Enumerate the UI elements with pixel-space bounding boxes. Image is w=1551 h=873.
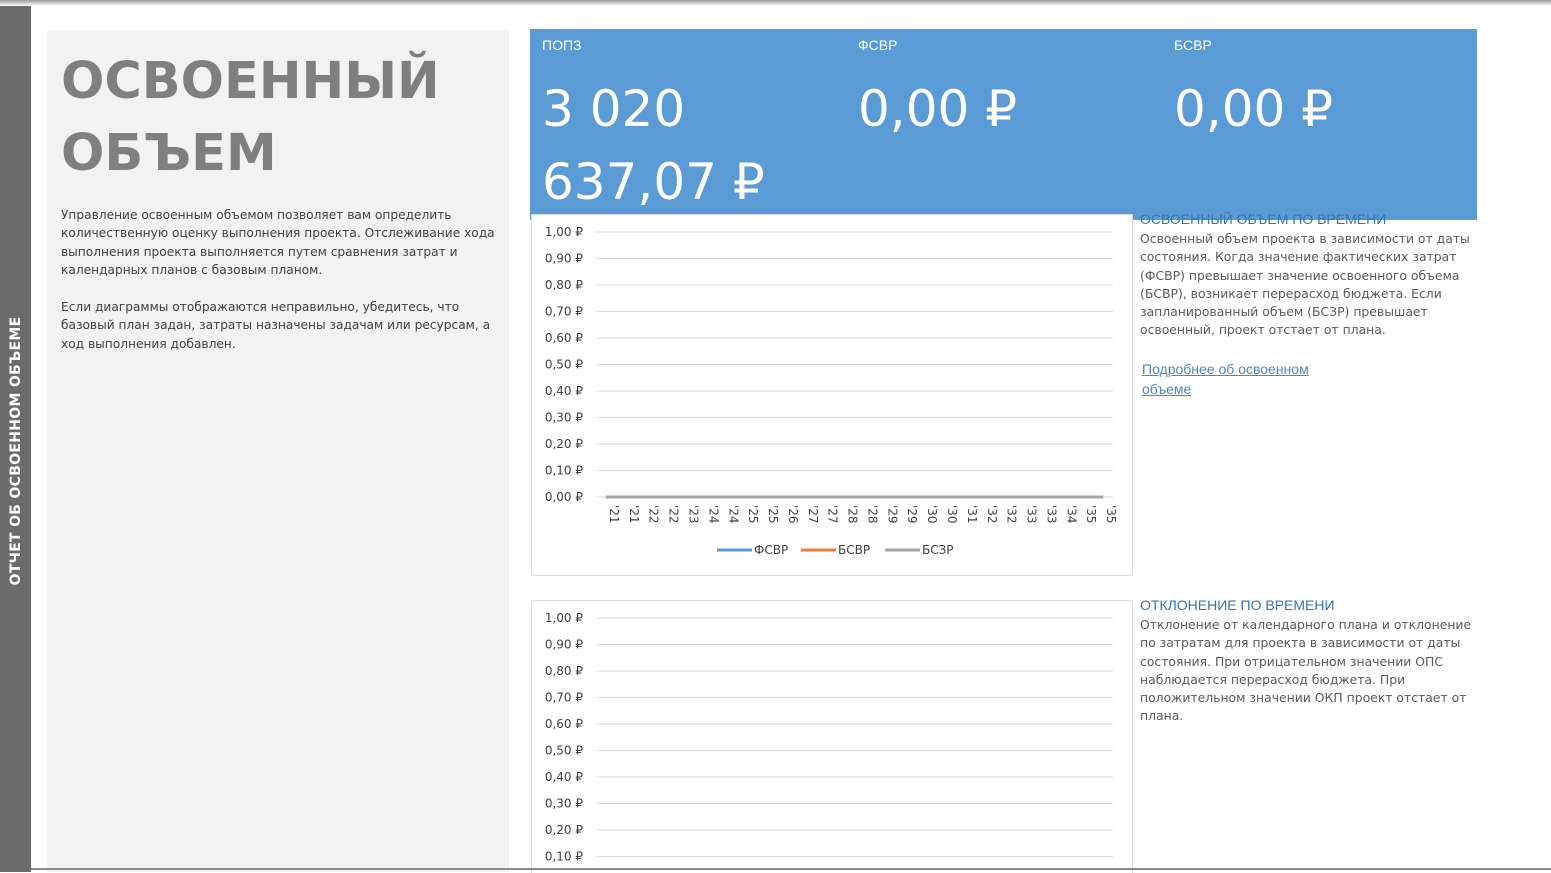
- y-tick-label: 0,50 ₽: [545, 358, 584, 372]
- side-tab-label: ОТЧЕТ ОБ ОСВОЕННОМ ОБЪЕМЕ: [8, 316, 24, 586]
- window-top-border: [0, 0, 1551, 6]
- x-tick-label: '24: [706, 505, 720, 524]
- x-tick-label: '32: [1005, 505, 1019, 524]
- x-tick-label: '30: [925, 505, 939, 524]
- section1-text: ОСВОЕННЫЙ ОБЪЕМ ПО ВРЕМЕНИ Освоенный объ…: [1140, 210, 1490, 339]
- intro-paragraph-2: Если диаграммы отображаются неправильно,…: [61, 300, 491, 351]
- x-tick-label: '27: [826, 505, 840, 524]
- x-tick-label: '35: [1084, 505, 1098, 524]
- section1-heading: ОСВОЕННЫЙ ОБЪЕМ ПО ВРЕМЕНИ: [1140, 211, 1387, 227]
- x-tick-label: '28: [865, 505, 879, 524]
- x-tick-label: '25: [766, 505, 780, 524]
- y-tick-label: 0,40 ₽: [545, 384, 584, 398]
- learn-more-link[interactable]: Подробнее об освоенном объеме: [1142, 359, 1352, 399]
- kpi-label-fsvr: ФСВР: [858, 37, 898, 53]
- x-tick-label: '22: [647, 505, 661, 524]
- x-tick-label: '23: [686, 505, 700, 524]
- y-tick-label: 0,20 ₽: [545, 823, 584, 837]
- x-tick-label: '28: [846, 505, 860, 524]
- kpi-value-popz: 3 020 637,07 ₽: [542, 80, 765, 211]
- x-tick-label: '35: [1104, 505, 1118, 524]
- legend-label: БСЗР: [922, 543, 954, 557]
- y-tick-label: 0,30 ₽: [545, 411, 584, 425]
- x-tick-label: '33: [1025, 505, 1039, 524]
- y-tick-label: 0,80 ₽: [545, 278, 584, 292]
- y-tick-label: 0,70 ₽: [545, 305, 584, 319]
- y-tick-label: 0,60 ₽: [545, 331, 584, 345]
- title-line-1: ОСВОЕННЫЙ: [61, 52, 440, 111]
- y-tick-label: 0,50 ₽: [545, 744, 584, 758]
- x-tick-label: '26: [786, 505, 800, 524]
- legend-label: ФСВР: [754, 543, 788, 557]
- x-tick-label: '30: [945, 505, 959, 524]
- section1-description: Освоенный объем проекта в зависимости от…: [1140, 231, 1470, 338]
- earned-value-chart-svg: 0,00 ₽ 0,10 ₽ 0,20 ₽ 0,30 ₽ 0,40 ₽ 0,50 ₽ 0,60…: [545, 225, 1118, 557]
- y-tick-label: 0,40 ₽: [545, 770, 584, 784]
- section2-heading: ОТКЛОНЕНИЕ ПО ВРЕМЕНИ: [1140, 597, 1335, 613]
- kpi-banner[interactable]: ПОПЗ 3 020 637,07 ₽ ФСВР 0,00 ₽ БСВР 0,0…: [530, 29, 1477, 220]
- x-tick-label: '21: [607, 505, 621, 524]
- kpi-value-bsvr: 0,00 ₽: [1174, 80, 1334, 138]
- report-title: ОСВОЕННЫЙ ОБЪЕМ: [61, 46, 501, 190]
- intro-panel: ОСВОЕННЫЙ ОБЪЕМ Управление освоенным объ…: [47, 30, 509, 872]
- variance-chart-svg: 1,00 ₽ 0,90 ₽ 0,80 ₽ 0,70 ₽ 0,60 ₽ 0,50 ₽ 0,40…: [545, 611, 1113, 864]
- variance-chart[interactable]: 1,00 ₽ 0,90 ₽ 0,80 ₽ 0,70 ₽ 0,60 ₽ 0,50 ₽ 0,40…: [531, 600, 1133, 873]
- x-tick-label: '22: [667, 505, 681, 524]
- y-tick-label: 0,10 ₽: [545, 850, 584, 864]
- x-tick-label: '24: [726, 505, 740, 524]
- y-tick-label: 1,00 ₽: [545, 611, 584, 625]
- y-tick-label: 0,90 ₽: [545, 638, 584, 652]
- y-tick-label: 0,20 ₽: [545, 437, 584, 451]
- kpi-value-fsvr: 0,00 ₽: [858, 80, 1018, 138]
- title-line-2: ОБЪЕМ: [61, 124, 277, 183]
- x-tick-label: '31: [965, 505, 979, 524]
- y-tick-label: 0,70 ₽: [545, 691, 584, 705]
- legend-label: БСВР: [838, 543, 870, 557]
- x-tick-label: '29: [905, 505, 919, 524]
- x-tick-label: '27: [806, 505, 820, 524]
- y-tick-label: 0,00 ₽: [545, 490, 584, 504]
- x-tick-label: '29: [885, 505, 899, 524]
- x-tick-label: '34: [1064, 505, 1078, 524]
- y-tick-label: 0,10 ₽: [545, 464, 584, 478]
- window-bottom-border: [31, 868, 1551, 870]
- section2-description: Отклонение от календарного плана и откло…: [1140, 617, 1472, 724]
- x-tick-label: '33: [1044, 505, 1058, 524]
- x-tick-label: '32: [985, 505, 999, 524]
- y-tick-label: 0,90 ₽: [545, 252, 584, 266]
- x-tick-label: '21: [627, 505, 641, 524]
- earned-value-chart[interactable]: 0,00 ₽ 0,10 ₽ 0,20 ₽ 0,30 ₽ 0,40 ₽ 0,50 ₽ 0,60…: [531, 214, 1133, 576]
- y-tick-label: 0,30 ₽: [545, 797, 584, 811]
- kpi-label-bsvr: БСВР: [1174, 37, 1212, 53]
- y-tick-label: 0,60 ₽: [545, 717, 584, 731]
- y-tick-label: 1,00 ₽: [545, 225, 584, 239]
- kpi-label-popz: ПОПЗ: [542, 37, 582, 53]
- section2-text: ОТКЛОНЕНИЕ ПО ВРЕМЕНИ Отклонение от кале…: [1140, 596, 1490, 725]
- intro-paragraph-1: Управление освоенным объемом позволяет в…: [61, 208, 495, 277]
- x-tick-label: '25: [746, 505, 760, 524]
- sheet-side-tab[interactable]: ОТЧЕТ ОБ ОСВОЕННОМ ОБЪЕМЕ: [0, 6, 31, 872]
- y-tick-label: 0,80 ₽: [545, 664, 584, 678]
